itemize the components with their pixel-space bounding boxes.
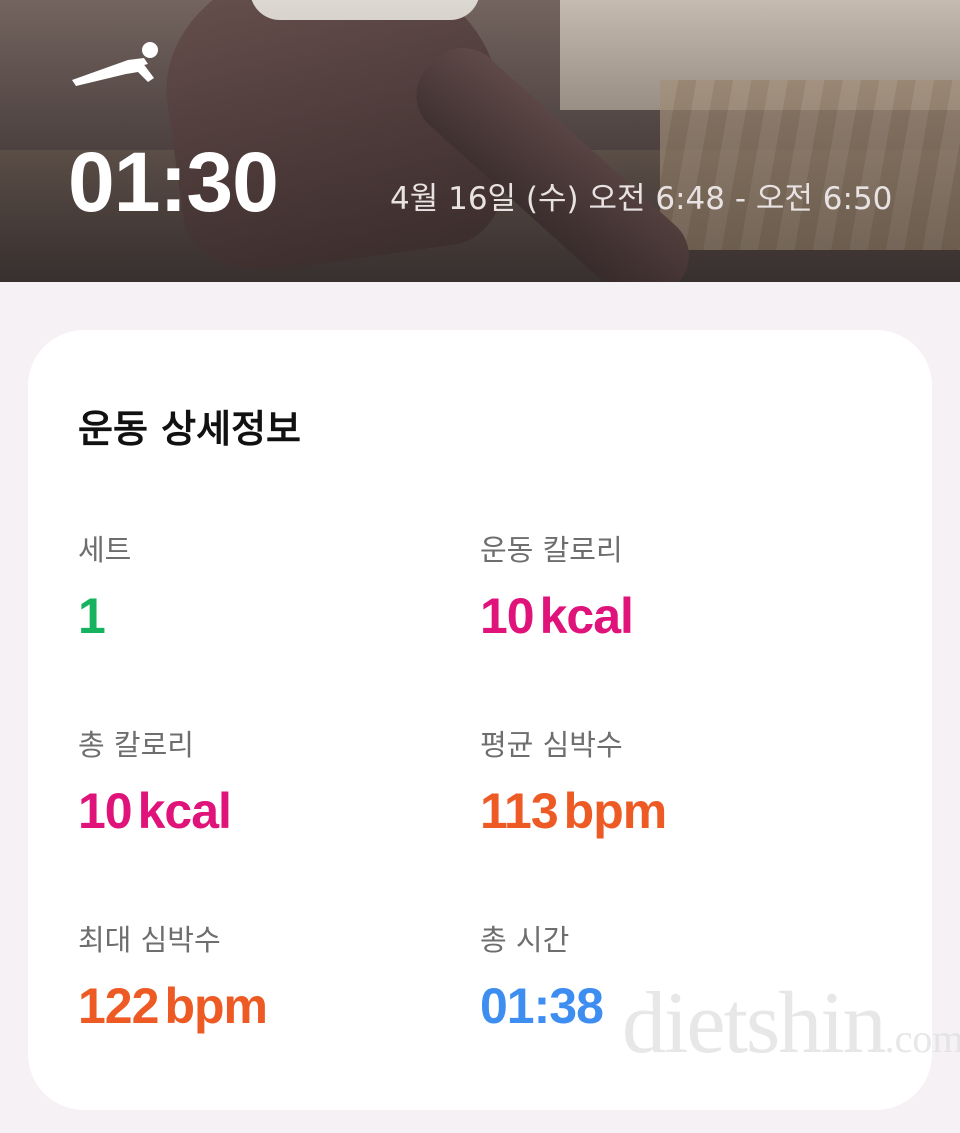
stat-max-heart-rate: 최대 심박수 122 bpm: [78, 923, 458, 1032]
workout-time-range: 4월 16일 (수) 오전 6:48 - 오전 6:50: [390, 181, 893, 217]
stat-number: 122: [78, 978, 159, 1034]
stat-label: 최대 심박수: [78, 923, 221, 957]
stat-average-heart-rate: 평균 심박수 113 bpm: [480, 728, 860, 837]
stat-number: 10: [480, 588, 535, 644]
stat-value: 10 kcal: [480, 591, 860, 641]
stat-unit: kcal: [539, 588, 634, 644]
stat-value: 122 bpm: [78, 981, 458, 1031]
stat-unit: kcal: [137, 783, 232, 839]
stat-unit: bpm: [563, 783, 668, 839]
stat-label: 세트: [78, 533, 132, 567]
stat-value: 10 kcal: [78, 786, 458, 836]
stat-value: 113 bpm: [480, 786, 860, 836]
stat-exercise-calories: 운동 칼로리 10 kcal: [480, 533, 860, 642]
stat-number: 1: [78, 588, 106, 644]
stat-unit: bpm: [164, 978, 268, 1034]
stat-number: 01:38: [480, 978, 604, 1034]
workout-duration: 01:30: [68, 135, 279, 229]
card-title: 운동 상세정보: [78, 407, 301, 451]
watermark-brand: dietshin: [622, 975, 887, 1072]
stretching-person-icon: [72, 42, 158, 86]
stat-label: 평균 심박수: [480, 728, 623, 762]
stat-label: 총 시간: [480, 923, 570, 957]
stat-sets: 세트 1: [78, 533, 458, 642]
stat-number: 10: [78, 783, 133, 839]
workout-hero-image: 01:30 4월 16일 (수) 오전 6:48 - 오전 6:50: [0, 0, 960, 282]
watermark-domain: .com: [884, 1016, 960, 1061]
stat-label: 총 칼로리: [78, 728, 194, 762]
stat-label: 운동 칼로리: [480, 533, 623, 567]
stat-total-calories: 총 칼로리 10 kcal: [78, 728, 458, 837]
stat-value: 1: [78, 591, 458, 641]
watermark: dietshin.com: [622, 980, 960, 1068]
stat-number: 113: [480, 783, 559, 839]
